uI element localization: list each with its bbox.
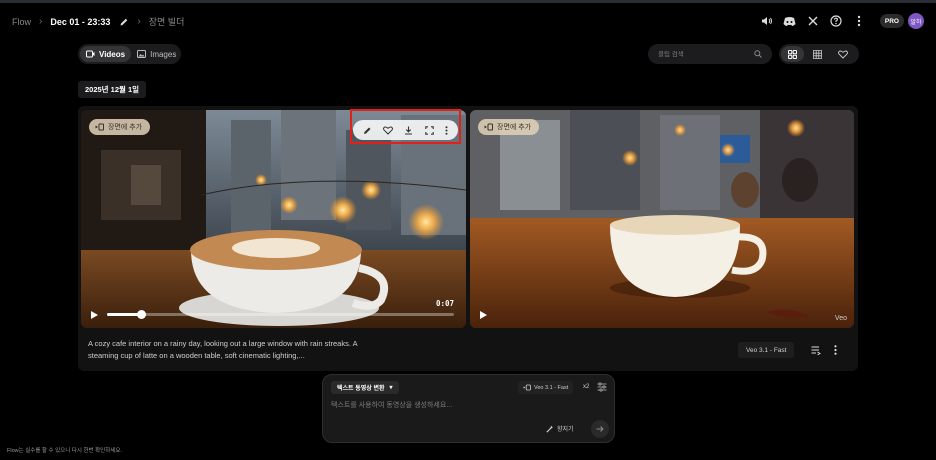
output-count[interactable]: x2 [583,384,589,390]
tab-images[interactable]: Images [131,46,182,62]
play-icon[interactable] [478,310,488,320]
clip-search [648,44,772,64]
project-title[interactable]: Dec 01 - 23:33 [50,17,110,27]
avatar[interactable]: 알하 [908,13,924,29]
more-vert-icon[interactable] [445,125,448,135]
prompt-input[interactable] [331,400,601,414]
disclaimer-text: Flow는 실수를 할 수 있으니 다시 한번 확인하세요. [7,448,122,454]
settings-tune-icon[interactable] [597,382,607,392]
video-clip-1[interactable]: 장면에 추가 0:07 [81,110,466,328]
search-input[interactable] [658,50,754,58]
fullscreen-icon[interactable] [425,125,434,135]
video-progress-bar[interactable] [107,310,454,319]
view-mode-toggle [779,44,859,64]
model-label: Veo 3.1 - Fast [738,342,795,358]
grid-small-button[interactable] [806,46,829,62]
heart-icon [838,50,849,59]
veo-watermark: Veo [834,315,847,322]
play-icon[interactable] [89,310,99,320]
grid-small-icon [813,49,823,59]
reuse-prompt-icon[interactable] [809,343,823,357]
media-type-tabs: Videos Images [78,44,181,64]
chevron-right-icon: › [39,16,43,27]
magic-wand-icon [546,425,554,433]
window-top-bar [0,0,936,3]
plan-badge: PRO [879,14,904,28]
video-icon [86,50,95,58]
grid-large-button[interactable] [781,46,805,62]
discord-icon[interactable] [779,10,801,32]
tab-images-label: Images [150,49,177,59]
tab-videos[interactable]: Videos [80,46,132,62]
refine-button[interactable]: 향지기 [546,424,574,433]
chevron-down-icon: ▾ [389,385,393,391]
favorites-filter-button[interactable] [832,46,855,62]
app-header: Flow › Dec 01 - 23:33 › 장면 빌더 PRO 알하 [0,6,936,36]
image-icon [137,50,147,58]
refine-label: 향지기 [557,427,574,433]
grid-large-icon [788,49,798,59]
prompt-text: A cozy cafe interior on a rainy day, loo… [88,339,358,360]
download-icon[interactable] [404,126,413,135]
video-frame-cafe-latte-art [81,110,466,328]
video-frame-cafe-cup [470,110,854,328]
clip-hover-toolbar [353,120,458,140]
timecode: 0:07 [435,299,454,308]
help-icon[interactable] [825,10,847,32]
add-to-scene-button[interactable]: 장면에 추가 [89,119,151,135]
add-to-scene-label: 장면에 추가 [108,124,143,131]
generation-card: 장면에 추가 0:07 장면에 추가 Veo A cozy cafe inter… [78,106,858,371]
breadcrumb: Flow › Dec 01 - 23:33 › 장면 빌더 [12,15,184,28]
tab-videos-label: Videos [99,49,126,59]
add-to-scene-button[interactable]: 장면에 추가 [478,119,540,135]
heart-icon[interactable] [383,126,394,135]
arrow-right-icon [596,426,604,432]
breadcrumb-flow-link[interactable]: Flow [12,17,31,27]
breadcrumb-scene-builder-link[interactable]: 장면 빌더 [149,15,185,28]
model-selector[interactable]: Veo 3.1 - Fast [518,381,574,394]
volume-icon[interactable] [756,10,778,32]
model-icon [523,384,531,391]
more-vert-icon[interactable] [848,10,870,32]
x-icon[interactable] [802,10,824,32]
more-vert-icon[interactable] [828,343,842,357]
edit-title-icon[interactable] [119,17,129,27]
search-icon [754,50,762,58]
prompt-composer: 텍스트 동영상 변환 ▾ Veo 3.1 - Fast x2 향지기 [322,374,615,443]
video-clip-2[interactable]: 장면에 추가 Veo [470,110,854,328]
mode-label: 텍스트 동영상 변환 [337,386,385,392]
send-button[interactable] [591,420,609,438]
add-to-scene-icon [95,123,104,131]
mode-dropdown[interactable]: 텍스트 동영상 변환 ▾ [331,381,399,394]
add-to-scene-label: 장면에 추가 [497,124,532,131]
model-selector-label: Veo 3.1 - Fast [534,384,569,391]
edit-icon[interactable] [363,126,372,135]
date-group-label: 2025년 12월 1일 [78,81,147,98]
chevron-right-icon: › [137,16,141,27]
header-actions: PRO 알하 [755,10,924,32]
add-to-scene-icon [484,123,493,131]
